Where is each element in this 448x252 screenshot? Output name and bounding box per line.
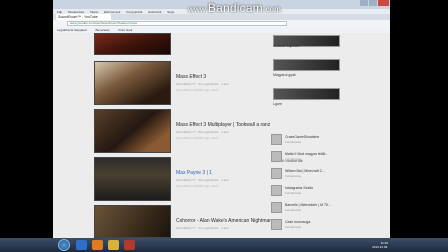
channel-row[interactable]: Mafia II Mod magyar letölt... Feliratkoz…	[271, 151, 343, 163]
channel-avatar[interactable]	[271, 151, 282, 162]
window-controls	[359, 0, 389, 6]
firefox-taskbar-icon[interactable]	[92, 240, 103, 250]
bookmark-getting-started[interactable]: Bevezetés	[96, 28, 110, 32]
subscribe-link[interactable]: Feliratkozás	[285, 208, 301, 212]
bookmark-most-visited[interactable]: Legtöbbször látogatott	[57, 28, 87, 32]
left-backdrop	[0, 33, 53, 238]
video-title[interactable]: Max Payne 3 | 1	[176, 170, 212, 176]
video-title[interactable]: Mass Effect 3	[176, 74, 206, 80]
channel-name[interactable]: CrazeGameShowtime	[285, 135, 319, 139]
channel-avatar[interactable]	[271, 134, 282, 145]
video-thumbnail[interactable]	[94, 205, 171, 238]
video-desc: SoundRoom feltöltött egy videót	[176, 88, 219, 92]
channel-feed: Mass Effect 3 SoundRoom™ · 34 megtekinté…	[94, 33, 274, 238]
channel-row[interactable]: Cash mososoga Feliratkozás	[271, 219, 343, 231]
channel-name[interactable]: Willam Bal | Minecraft 2...	[285, 169, 325, 173]
menu-file[interactable]: Fájl	[57, 10, 62, 14]
featured-caption[interactable]: Magyarul gyak	[273, 73, 296, 77]
menu-view[interactable]: Nézet	[90, 10, 98, 14]
minimize-button[interactable]	[360, 0, 368, 6]
maximize-button[interactable]	[369, 0, 377, 6]
channel-avatar[interactable]	[271, 219, 282, 230]
video-thumbnail[interactable]	[94, 33, 171, 55]
screen: Fájl Szerkesztés Nézet Előzmények Könyvj…	[0, 0, 448, 252]
video-thumbnail[interactable]	[94, 61, 171, 105]
menu-history[interactable]: Előzmények	[104, 10, 120, 14]
navigation-bar: www.youtube.com/user/soundroom?feature=m…	[53, 20, 390, 27]
bandicam-watermark: www.Bandicam.com	[188, 1, 282, 15]
featured-caption[interactable]: Lgure	[273, 102, 282, 106]
start-button[interactable]	[58, 239, 70, 251]
menu-help[interactable]: Súgó	[167, 10, 174, 14]
video-meta: SoundRoom™ · 89 megtekintés · 1 éve	[176, 130, 229, 134]
video-thumbnail[interactable]	[94, 157, 171, 201]
featured-caption[interactable]: Youtube kapcsol	[273, 44, 299, 48]
video-desc: SoundRoom feltöltött egy videót	[176, 184, 219, 188]
channel-avatar[interactable]	[271, 185, 282, 196]
channel-name[interactable]: Mafia II Mod magyar letölt...	[285, 152, 328, 156]
address-bar[interactable]: www.youtube.com/user/soundroom?feature=m…	[67, 21, 287, 26]
windows-taskbar: 11:46 2013.12.09.	[0, 238, 448, 252]
system-clock[interactable]: 11:46 2013.12.09.	[372, 241, 388, 249]
channel-name[interactable]: Cash mososoga	[285, 220, 310, 224]
close-button[interactable]	[378, 0, 389, 6]
right-backdrop	[390, 0, 448, 238]
channel-row[interactable]: Barcelle | Metroidder | M 75... Feliratk…	[271, 202, 343, 214]
channel-sidebar: Youtube kapcsol Magyarul gyak Lgure Kedv…	[268, 33, 343, 238]
subscribe-link[interactable]: Feliratkozás	[285, 174, 301, 178]
subscribe-link[interactable]: Feliratkozás	[285, 140, 301, 144]
subscribe-link[interactable]: Feliratkozás	[285, 157, 301, 161]
menu-edit[interactable]: Szerkesztés	[68, 10, 84, 14]
channel-row[interactable]: Instagrams Studio Feliratkozás	[271, 185, 343, 197]
video-desc: SoundRoom feltöltött egy videót	[176, 136, 219, 140]
video-meta: SoundRoom™ · 34 megtekintés · 1 éve	[176, 82, 229, 86]
channel-avatar[interactable]	[271, 202, 282, 213]
channel-name[interactable]: Instagrams Studio	[285, 186, 313, 190]
featured-video-thumbnail[interactable]	[273, 59, 340, 71]
video-title[interactable]: Cshorror - Alan Wake's American Nightmar…	[176, 218, 274, 224]
menu-tools[interactable]: Eszközök	[148, 10, 161, 14]
subscribe-link[interactable]: Feliratkozás	[285, 191, 301, 195]
channel-avatar[interactable]	[271, 168, 282, 179]
channel-row[interactable]: Willam Bal | Minecraft 2... Feliratkozás	[271, 168, 343, 180]
featured-video-thumbnail[interactable]	[273, 88, 340, 100]
video-title[interactable]: Mass Effect 3 Multiplayer | Tookwall a r…	[176, 122, 270, 128]
menu-bookmarks[interactable]: Könyvjelzők	[126, 10, 142, 14]
bandicam-taskbar-icon[interactable]	[124, 240, 135, 250]
folder-taskbar-icon[interactable]	[108, 240, 119, 250]
channel-name[interactable]: Barcelle | Metroidder | M 75...	[285, 203, 331, 207]
video-thumbnail[interactable]	[94, 109, 171, 153]
video-meta: SoundRoom™ · 36 megtekintés · 1 éve	[176, 178, 229, 182]
video-meta: SoundRoom™ · 12 megtekintés · 1 éve	[176, 226, 229, 230]
channel-row[interactable]: CrazeGameShowtime Feliratkozás	[271, 134, 343, 146]
bookmark-latest-news[interactable]: Friss hírek	[118, 28, 132, 32]
ie-taskbar-icon[interactable]	[76, 240, 87, 250]
subscribe-link[interactable]: Feliratkozás	[285, 225, 301, 229]
